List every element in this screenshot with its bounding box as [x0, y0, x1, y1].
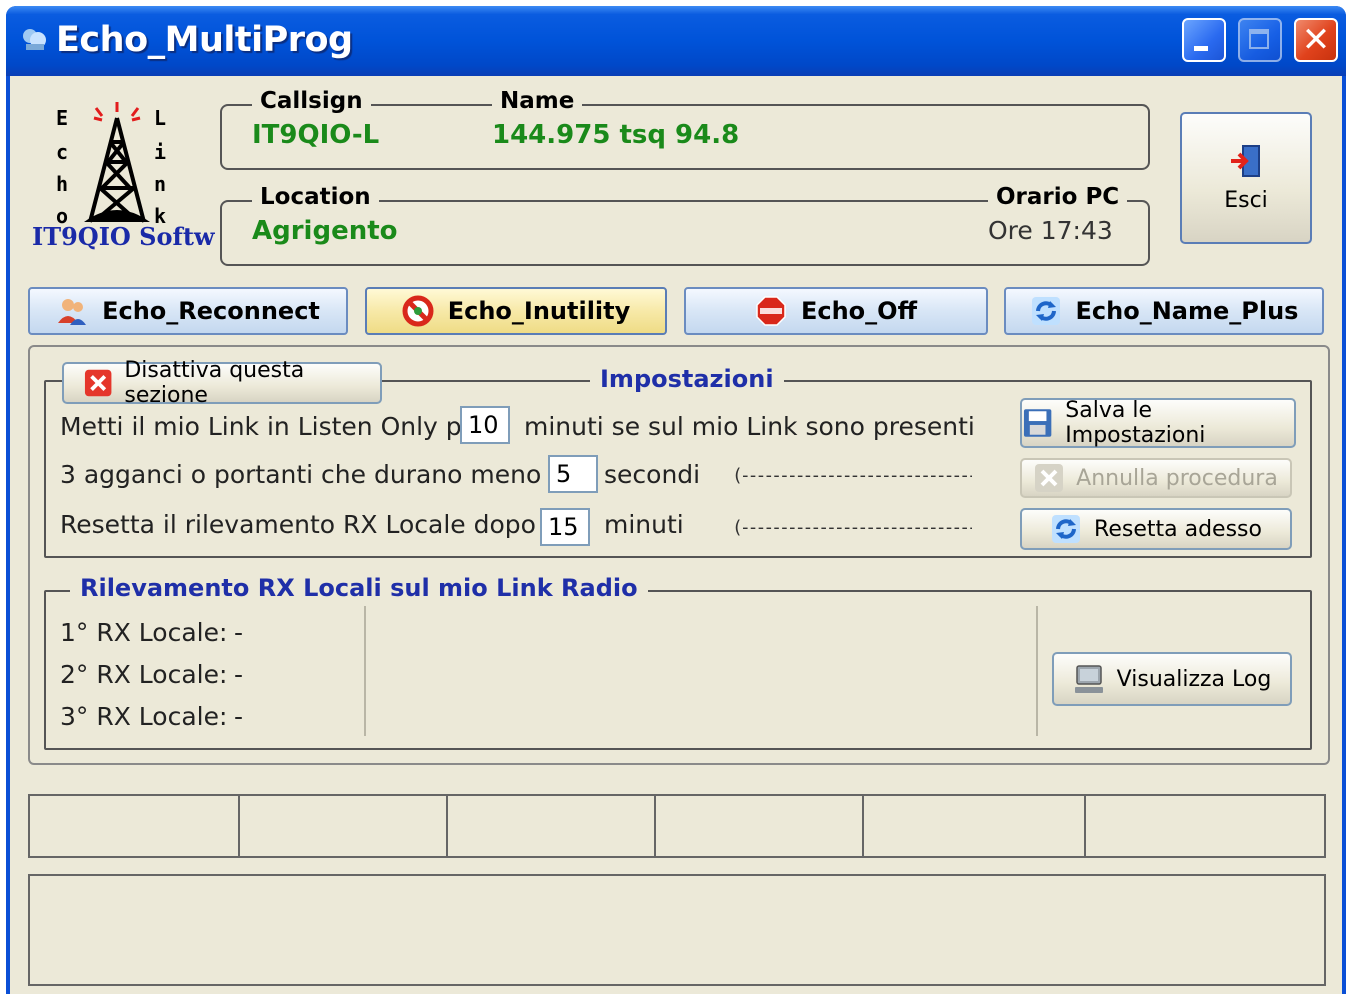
log-text-area[interactable]: [28, 874, 1326, 986]
disable-section-label: Disattiva questa sezione: [124, 358, 305, 408]
exit-door-icon: [1231, 144, 1260, 177]
rx-local-2-value: -: [234, 660, 244, 689]
callsign-label: Callsign: [252, 88, 371, 114]
callsign-value: IT9QIO-L: [252, 120, 380, 150]
reset-progress: (--------------------------------): [732, 517, 972, 538]
nav-label: Echo_Off: [800, 297, 918, 325]
location-label: Location: [252, 184, 379, 210]
status-bar: [28, 794, 1326, 858]
detection-divider: [364, 606, 366, 736]
seconds-label: secondi: [604, 460, 701, 489]
detection-title: Rilevamento RX Locali sul mio Link Radio: [70, 574, 648, 602]
cancel-procedure-label: Annulla procedura: [1076, 465, 1278, 491]
nav-label: Echo_Inutility: [447, 297, 631, 325]
status-cell: [864, 796, 1086, 856]
carrier-seconds-input[interactable]: 5: [548, 455, 598, 493]
settings-title: Impostazioni: [590, 365, 784, 393]
close-icon: ✕: [1301, 20, 1331, 60]
nav-label: Echo_Reconnect: [102, 297, 320, 325]
computer-icon: [1074, 665, 1103, 693]
minutes-label: minuti: [604, 510, 684, 539]
echolink-logo: E c h o L i n k IT9QIO Softw: [30, 100, 215, 251]
save-settings-button[interactable]: Salva le Impostazioni: [1020, 398, 1296, 448]
cancel-icon: [1035, 464, 1064, 492]
nav-echo-name-plus[interactable]: Echo_Name_Plus: [1004, 287, 1324, 335]
view-log-button[interactable]: Visualizza Log: [1052, 652, 1292, 706]
logo-letter: L: [154, 106, 167, 130]
logo-letter: h: [56, 172, 69, 196]
logo-letter: E: [56, 106, 69, 130]
rx-local-3-label: 3° RX Locale:: [60, 702, 228, 731]
exit-button[interactable]: Esci: [1180, 112, 1312, 244]
rx-local-3-value: -: [234, 702, 244, 731]
title-bar[interactable]: Echo_MultiProg ✕: [6, 6, 1346, 76]
logo-letter: n: [154, 172, 167, 196]
refresh-icon: [1031, 297, 1060, 325]
status-cell: [1086, 796, 1324, 856]
rx-local-2-label: 2° RX Locale:: [60, 660, 228, 689]
reset-detection-text: Resetta il rilevamento RX Locale dopo: [60, 510, 536, 539]
stop-sign-icon: [756, 296, 786, 326]
floppy-disk-icon: [1023, 409, 1052, 437]
radio-tower-icon: [84, 102, 150, 223]
time-value: Ore 17:43: [988, 216, 1113, 245]
cancel-procedure-button[interactable]: Annulla procedura: [1020, 458, 1292, 498]
close-button[interactable]: ✕: [1294, 18, 1338, 62]
nav-echo-inutility[interactable]: Echo_Inutility: [365, 287, 667, 335]
logo-letter: c: [56, 140, 69, 164]
logo-letter: i: [154, 140, 167, 164]
reset-minutes-input[interactable]: 15: [540, 508, 590, 546]
disable-icon: [84, 369, 112, 397]
status-cell: [448, 796, 656, 856]
status-cell: [656, 796, 864, 856]
reset-now-button[interactable]: Resetta adesso: [1020, 508, 1292, 550]
reset-now-label: Resetta adesso: [1094, 516, 1262, 542]
rx-local-1-value: -: [234, 618, 244, 647]
rx-local-1-label: 1° RX Locale:: [60, 618, 228, 647]
carrier-text: 3 agganci o portanti che durano meno di: [60, 460, 573, 489]
refresh-icon: [1052, 515, 1081, 543]
status-cell: [30, 796, 240, 856]
no-entry-icon: [402, 295, 434, 327]
app-icon: [23, 29, 46, 50]
listen-minutes-input[interactable]: 10: [460, 406, 510, 444]
time-label: Orario PC: [988, 184, 1128, 210]
minimize-button[interactable]: [1182, 18, 1226, 62]
maximize-button[interactable]: [1238, 18, 1282, 62]
nav-echo-reconnect[interactable]: Echo_Reconnect: [28, 287, 348, 335]
nav-label: Echo_Name_Plus: [1075, 297, 1299, 325]
listen-only-text: Metti il mio Link in Listen Only per: [60, 412, 488, 441]
disable-section-button[interactable]: Disattiva questa sezione: [62, 358, 382, 408]
view-log-label: Visualizza Log: [1116, 666, 1272, 692]
nav-echo-off[interactable]: Echo_Off: [684, 287, 988, 335]
detection-divider: [1036, 606, 1038, 736]
save-settings-label: Salva le Impostazioni: [1065, 398, 1206, 448]
listen-condition-text: minuti se sul mio Link sono presenti: [524, 412, 975, 441]
name-value: 144.975 tsq 94.8: [492, 120, 740, 150]
carrier-progress: (--------------------------------): [732, 465, 972, 486]
window-title: Echo_MultiProg: [56, 20, 353, 60]
users-icon: [58, 299, 87, 325]
name-label: Name: [492, 88, 583, 114]
status-cell: [240, 796, 448, 856]
location-value: Agrigento: [252, 216, 398, 246]
logo-caption: IT9QIO Softw: [32, 222, 215, 251]
exit-button-label: Esci: [1224, 187, 1268, 213]
